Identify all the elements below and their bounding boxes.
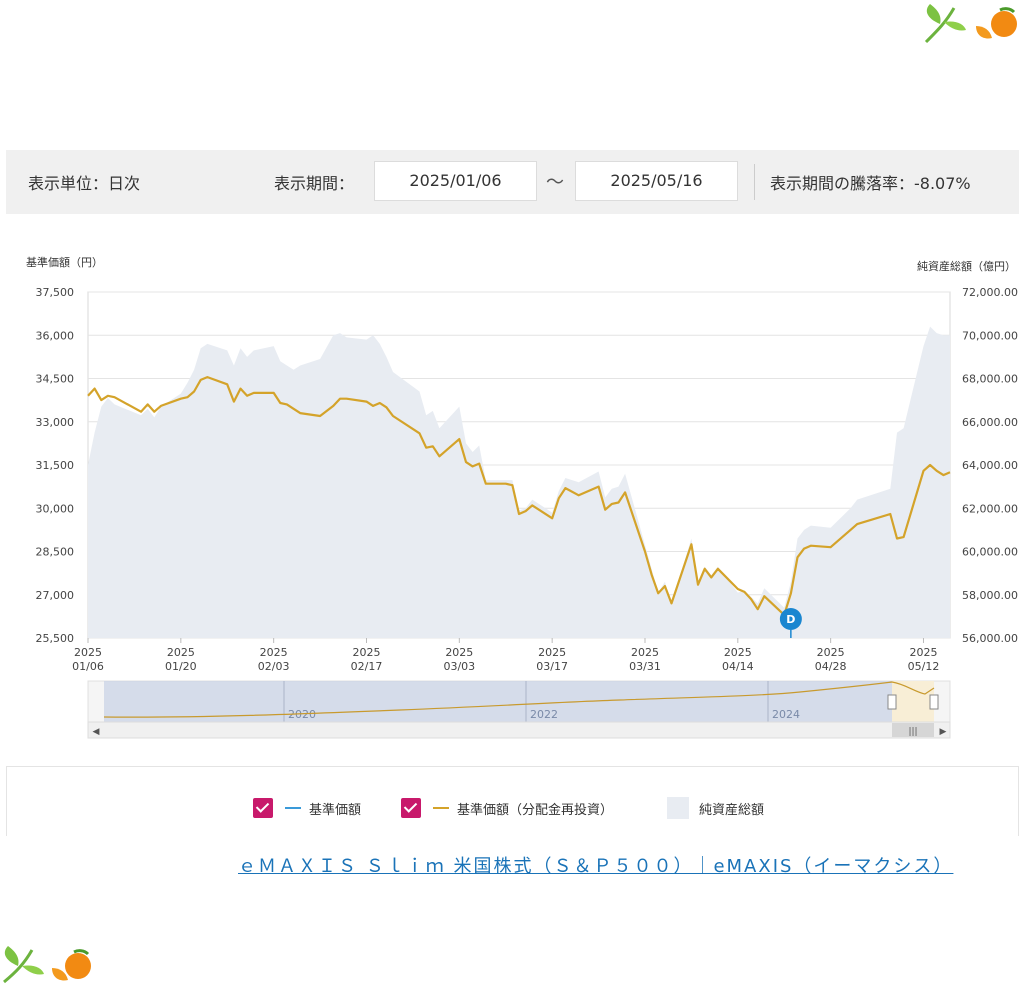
price-chart: 基準価額（円） 純資産総額（億円） 37,500 72,000.00 36,000 7… <box>0 240 1024 740</box>
y-tick-label-right: 58,000.00 <box>962 589 1018 602</box>
x-tick-date-label: 03/17 <box>536 660 568 673</box>
period-change-rate: 表示期間の騰落率：-8.07% <box>770 174 971 193</box>
legend-label-base-price: 基準価額 <box>309 802 362 818</box>
y-tick-label-left: 30,000 <box>36 502 75 515</box>
scroll-right-arrow-icon[interactable]: ▶ <box>940 727 947 737</box>
date-range-separator: 〜 <box>546 172 564 193</box>
fund-page-link[interactable]: ｅＭＡＸＩＳ Ｓｌｉｍ 米国株式（Ｓ＆Ｐ５００）｜eMAXIS（イーマクシス） <box>238 852 953 878</box>
legend-label-net-assets: 純資産総額 <box>699 802 765 818</box>
gray-area-swatch-icon <box>667 797 689 819</box>
x-tick-date-label: 02/17 <box>351 660 383 673</box>
x-tick-year-label: 2025 <box>74 646 102 659</box>
y-tick-label-left: 27,000 <box>36 589 75 602</box>
y-tick-label-right: 56,000.00 <box>962 632 1018 645</box>
y-tick-label-left: 36,000 <box>36 329 75 342</box>
x-tick-date-label: 03/31 <box>629 660 661 673</box>
navigator-year-label: 2022 <box>530 708 558 721</box>
y-tick-label-left: 33,000 <box>36 416 75 429</box>
x-tick-date-label: 05/12 <box>908 660 940 673</box>
chart-svg[interactable]: 基準価額（円） 純資産総額（億円） 37,500 72,000.00 36,000 7… <box>0 240 1024 740</box>
x-tick-year-label: 2025 <box>909 646 937 659</box>
x-tick-year-label: 2025 <box>724 646 752 659</box>
x-tick-year-label: 2025 <box>352 646 380 659</box>
x-tick-date-label: 01/06 <box>72 660 104 673</box>
navigator-selected-window[interactable] <box>892 681 934 722</box>
x-tick-date-label: 02/03 <box>258 660 290 673</box>
y-tick-label-left: 34,500 <box>36 373 75 386</box>
navigator-handle-icon[interactable] <box>887 694 897 710</box>
checkbox-checked-icon[interactable] <box>401 798 421 818</box>
y-tick-label-right: 70,000.00 <box>962 329 1018 342</box>
y-tick-label-right: 72,000.00 <box>962 286 1018 299</box>
x-tick-year-label: 2025 <box>817 646 845 659</box>
x-tick-year-label: 2025 <box>631 646 659 659</box>
navigator-scrollbar[interactable] <box>87 721 951 739</box>
right-axis-title: 純資産総額（億円） <box>917 259 1016 273</box>
gold-line-swatch-icon <box>433 807 449 809</box>
y-tick-label-right: 64,000.00 <box>962 459 1018 472</box>
display-settings-bar: 表示単位：日次 表示期間： 2025/01/06 〜 2025/05/16 表示… <box>6 150 1019 214</box>
legend-item-base-price[interactable]: 基準価額 <box>253 797 361 819</box>
scroll-left-arrow-icon[interactable]: ◀ <box>93 727 100 737</box>
x-tick-date-label: 03/03 <box>443 660 475 673</box>
y-tick-label-left: 25,500 <box>36 632 75 645</box>
x-tick-date-label: 04/28 <box>815 660 847 673</box>
y-tick-label-right: 66,000.00 <box>962 416 1018 429</box>
y-tick-label-left: 31,500 <box>36 459 75 472</box>
y-tick-label-right: 68,000.00 <box>962 373 1018 386</box>
x-tick-date-label: 04/14 <box>722 660 754 673</box>
y-tick-label-left: 28,500 <box>36 546 75 559</box>
leaf-orange-decoration-icon <box>3 946 91 984</box>
dividend-marker-label: D <box>786 613 795 626</box>
x-tick-year-label: 2025 <box>538 646 566 659</box>
x-tick-year-label: 2025 <box>445 646 473 659</box>
start-date-input[interactable]: 2025/01/06 <box>374 161 537 201</box>
y-tick-label-right: 60,000.00 <box>962 546 1018 559</box>
chart-legend: 基準価額 基準価額（分配金再投資） 純資産総額 <box>6 766 1019 836</box>
y-tick-label-left: 37,500 <box>36 286 75 299</box>
leaf-orange-decoration-icon <box>924 4 1017 44</box>
navigator-handle-icon[interactable] <box>929 694 939 710</box>
x-tick-year-label: 2025 <box>260 646 288 659</box>
blue-line-swatch-icon <box>285 807 301 809</box>
display-unit-label[interactable]: 表示単位：日次 <box>28 170 140 194</box>
toolbar-divider <box>754 164 755 200</box>
legend-label-reinvested-price: 基準価額（分配金再投資） <box>457 802 614 818</box>
legend-item-net-assets[interactable]: 純資産総額 <box>667 797 764 819</box>
y-tick-label-right: 62,000.00 <box>962 502 1018 515</box>
end-date-input[interactable]: 2025/05/16 <box>575 161 738 201</box>
scrollbar-grip-icon[interactable]: ||| <box>908 727 917 737</box>
legend-item-reinvested-price[interactable]: 基準価額（分配金再投資） <box>401 797 613 819</box>
x-tick-date-label: 01/20 <box>165 660 197 673</box>
navigator-year-label: 2024 <box>772 708 800 721</box>
checkbox-checked-icon[interactable] <box>253 798 273 818</box>
x-tick-year-label: 2025 <box>167 646 195 659</box>
left-axis-title: 基準価額（円） <box>26 255 103 269</box>
display-period-label: 表示期間： <box>274 174 355 193</box>
